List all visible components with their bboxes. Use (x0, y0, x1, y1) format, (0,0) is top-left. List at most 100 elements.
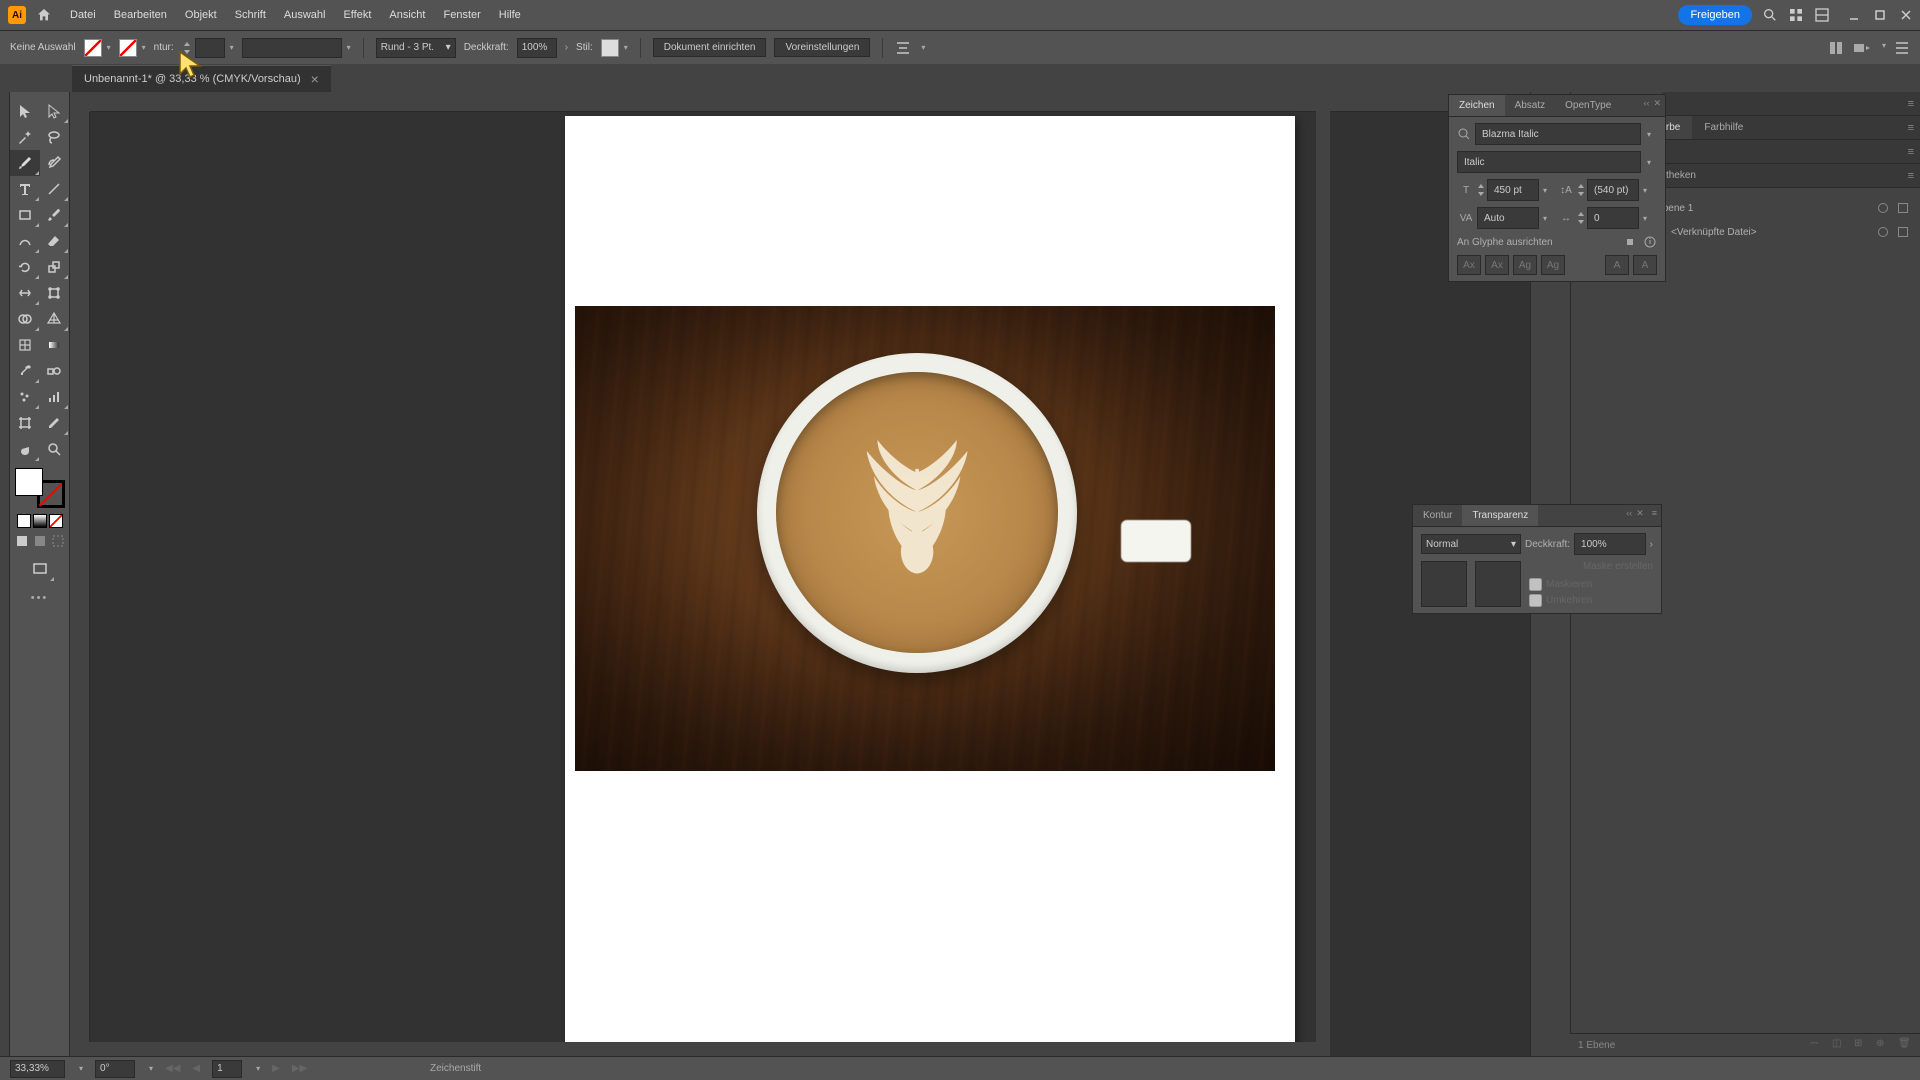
zoom-tool[interactable] (40, 436, 70, 462)
blend-mode-select[interactable]: Normal▾ (1421, 534, 1521, 554)
panel-close-icon[interactable]: ✕ (1653, 98, 1661, 109)
type-tool[interactable] (10, 176, 40, 202)
hand-tool[interactable] (10, 436, 40, 462)
tab-transparenz[interactable]: Transparenz (1462, 505, 1538, 526)
artboard-prev-one-icon[interactable]: ◀ (192, 1063, 200, 1074)
fill-swatch[interactable] (84, 39, 102, 57)
draw-inside-icon[interactable] (51, 534, 65, 548)
menu-effekt[interactable]: Effekt (335, 5, 379, 25)
find-font-icon[interactable] (1457, 127, 1471, 141)
workspace-icon[interactable] (1814, 7, 1830, 23)
zoom-input[interactable] (10, 1060, 65, 1078)
font-style-dropdown[interactable] (1645, 157, 1657, 168)
kerning-dropdown[interactable] (1541, 213, 1553, 224)
glyph-btn-4[interactable]: Ag (1541, 255, 1565, 275)
fill-color-box[interactable] (15, 468, 43, 496)
font-size-input[interactable] (1487, 179, 1539, 201)
new-layer-icon[interactable]: ⊕ (1876, 1038, 1890, 1052)
graph-tool[interactable] (40, 384, 70, 410)
tab-kontur[interactable]: Kontur (1413, 505, 1462, 526)
panel-close-icon[interactable]: ✕ (1636, 508, 1644, 519)
mesh-tool[interactable] (10, 332, 40, 358)
rotate-tool[interactable] (10, 254, 40, 280)
ctrl-right-icon-1[interactable] (1828, 40, 1844, 56)
layer-select-icon[interactable] (1898, 227, 1908, 237)
ctrl-right-icon-2[interactable] (1852, 40, 1872, 56)
locate-object-icon[interactable]: ⎓ (1810, 1038, 1824, 1052)
color-mode-gradient[interactable] (33, 514, 47, 528)
menu-datei[interactable]: Datei (62, 5, 104, 25)
linked-file-name[interactable]: <Verknüpfte Datei> (1671, 227, 1757, 238)
tracking-dropdown[interactable] (1641, 213, 1653, 224)
rotate-dropdown[interactable] (147, 1063, 153, 1074)
menu-schrift[interactable]: Schrift (227, 5, 274, 25)
maximize-icon[interactable] (1874, 9, 1886, 21)
panel-menu-icon[interactable] (1894, 40, 1910, 56)
style-swatch[interactable] (601, 39, 619, 57)
arrange-icon[interactable] (1788, 7, 1804, 23)
canvas-scrollbar-vertical[interactable] (1316, 92, 1330, 1042)
artboard-tool[interactable] (10, 410, 40, 436)
artboard-prev-icon[interactable]: ◀◀ (165, 1063, 180, 1074)
font-size-dropdown[interactable] (1541, 185, 1553, 196)
leading-input[interactable] (1587, 179, 1639, 201)
artboard-nav-input[interactable] (212, 1060, 242, 1078)
glyph-info-icon[interactable] (1643, 235, 1657, 249)
clip-mask-icon[interactable]: ◫ (1832, 1038, 1846, 1052)
curvature-tool[interactable] (40, 150, 70, 176)
close-icon[interactable] (1900, 9, 1912, 21)
glyph-btn-5[interactable]: A (1605, 255, 1629, 275)
fill-dropdown[interactable] (105, 42, 111, 53)
zoom-dropdown[interactable] (77, 1063, 83, 1074)
home-icon[interactable] (36, 7, 52, 23)
perspective-tool[interactable] (40, 306, 70, 332)
stroke-swatch[interactable] (119, 39, 137, 57)
eraser-tool[interactable] (40, 228, 70, 254)
ruler-horizontal[interactable] (90, 92, 1530, 112)
profile-input[interactable] (242, 38, 342, 58)
rotate-input[interactable] (95, 1060, 135, 1078)
free-transform-tool[interactable] (40, 280, 70, 306)
transp-thumb-object[interactable] (1421, 561, 1467, 607)
tab-farbhilfe[interactable]: Farbhilfe (1692, 116, 1755, 139)
placed-image[interactable] (575, 306, 1275, 771)
color-mode-none[interactable] (49, 514, 63, 528)
delete-layer-icon[interactable]: 🗑 (1898, 1038, 1912, 1052)
magic-wand-tool[interactable] (10, 124, 40, 150)
glyph-btn-2[interactable]: Ax (1485, 255, 1509, 275)
artboard-next-one-icon[interactable]: ▶ (272, 1063, 280, 1074)
font-family-dropdown[interactable] (1645, 129, 1657, 140)
panel-collapse-icon[interactable]: ‹‹ (1626, 508, 1632, 519)
minimize-icon[interactable] (1848, 9, 1860, 21)
layer-select-icon[interactable] (1898, 203, 1908, 213)
new-sublayer-icon[interactable]: ⊞ (1854, 1038, 1868, 1052)
shaper-tool[interactable] (10, 228, 40, 254)
panel-menu-icon[interactable]: ≡ (1908, 146, 1914, 158)
menu-bearbeiten[interactable]: Bearbeiten (106, 5, 175, 25)
tab-absatz[interactable]: Absatz (1505, 95, 1556, 116)
font-family-input[interactable] (1475, 123, 1641, 145)
tab-opentype[interactable]: OpenType (1555, 95, 1621, 116)
menu-fenster[interactable]: Fenster (435, 5, 488, 25)
preferences-button[interactable]: Voreinstellungen (774, 38, 870, 57)
rectangle-tool[interactable] (10, 202, 40, 228)
slice-tool[interactable] (40, 410, 70, 436)
brush-select[interactable]: Rund - 3 Pt.▾ (376, 38, 456, 58)
menu-hilfe[interactable]: Hilfe (491, 5, 529, 25)
stroke-weight-dropdown[interactable] (228, 42, 234, 53)
panel-menu-icon[interactable]: ≡ (1908, 98, 1914, 110)
style-dropdown[interactable] (622, 42, 628, 53)
document-setup-button[interactable]: Dokument einrichten (653, 38, 767, 57)
draw-behind-icon[interactable] (33, 534, 47, 548)
menu-objekt[interactable]: Objekt (177, 5, 225, 25)
panel-menu-icon[interactable]: ≡ (1652, 508, 1657, 519)
scale-tool[interactable] (40, 254, 70, 280)
symbol-sprayer-tool[interactable] (10, 384, 40, 410)
lasso-tool[interactable] (40, 124, 70, 150)
transp-thumb-mask[interactable] (1475, 561, 1521, 607)
blend-tool[interactable] (40, 358, 70, 384)
stroke-dropdown[interactable] (140, 42, 146, 53)
color-mode-solid[interactable] (17, 514, 31, 528)
screen-mode-tool[interactable] (25, 556, 55, 582)
size-stepper[interactable] (1477, 183, 1485, 197)
